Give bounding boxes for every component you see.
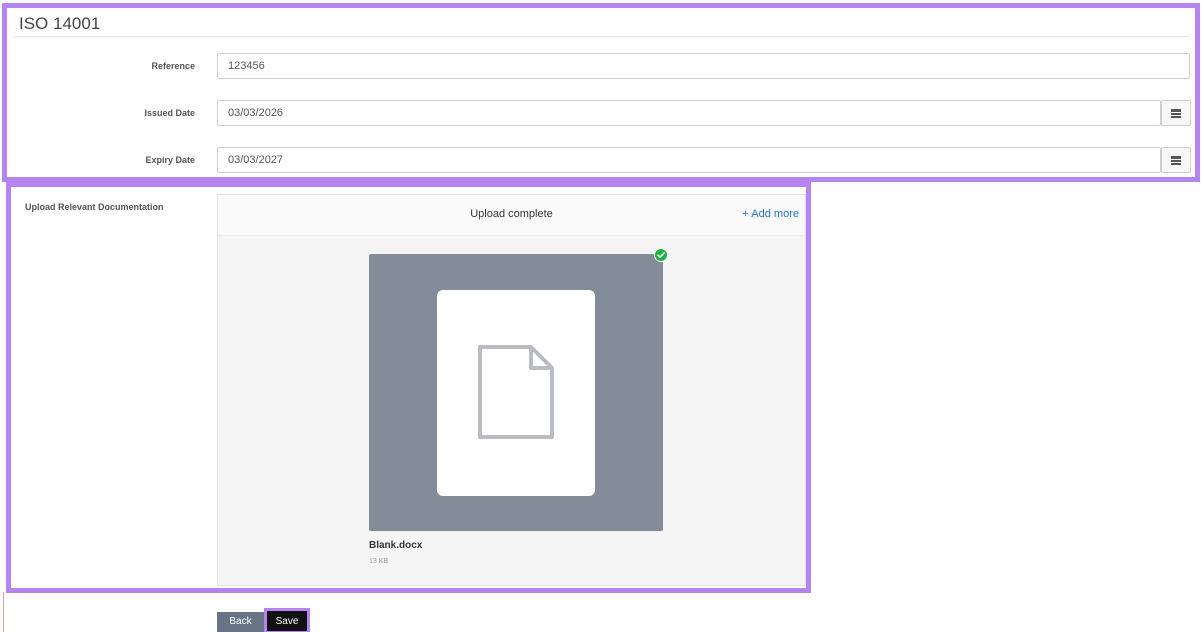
expiry-date-label: Expiry Date [145, 155, 195, 165]
document-icon [478, 345, 554, 439]
back-button[interactable]: Back [217, 612, 264, 632]
add-more-link[interactable]: + Add more [742, 208, 799, 220]
expiry-date-calendar-button[interactable] [1161, 147, 1191, 173]
calendar-icon [1171, 155, 1181, 165]
page: ISO 14001 Reference 123456 Issued Date 0… [0, 0, 1201, 632]
title-divider [14, 36, 1190, 37]
issued-date-label: Issued Date [144, 108, 195, 118]
expiry-date-field[interactable]: 03/03/2027 [217, 147, 1161, 173]
upload-header: Upload complete + Add more [218, 195, 805, 236]
left-divider [3, 592, 4, 632]
reference-label: Reference [151, 61, 195, 71]
file-preview-card [437, 290, 595, 496]
file-name: Blank.docx [369, 540, 423, 551]
save-button[interactable]: Save [267, 611, 307, 632]
upload-status: Upload complete [470, 208, 553, 220]
check-circle-icon [654, 248, 668, 262]
file-size: 13 KB [369, 558, 389, 565]
upload-dropzone[interactable]: Upload complete + Add more Blank.docx 13… [217, 194, 806, 586]
file-thumbnail[interactable] [369, 254, 663, 531]
issued-date-calendar-button[interactable] [1161, 100, 1191, 126]
page-title: ISO 14001 [19, 14, 101, 33]
issued-date-field[interactable]: 03/03/2026 [217, 100, 1161, 126]
calendar-icon [1171, 108, 1181, 118]
upload-label: Upload Relevant Documentation [25, 202, 164, 212]
reference-field[interactable]: 123456 [217, 53, 1190, 79]
